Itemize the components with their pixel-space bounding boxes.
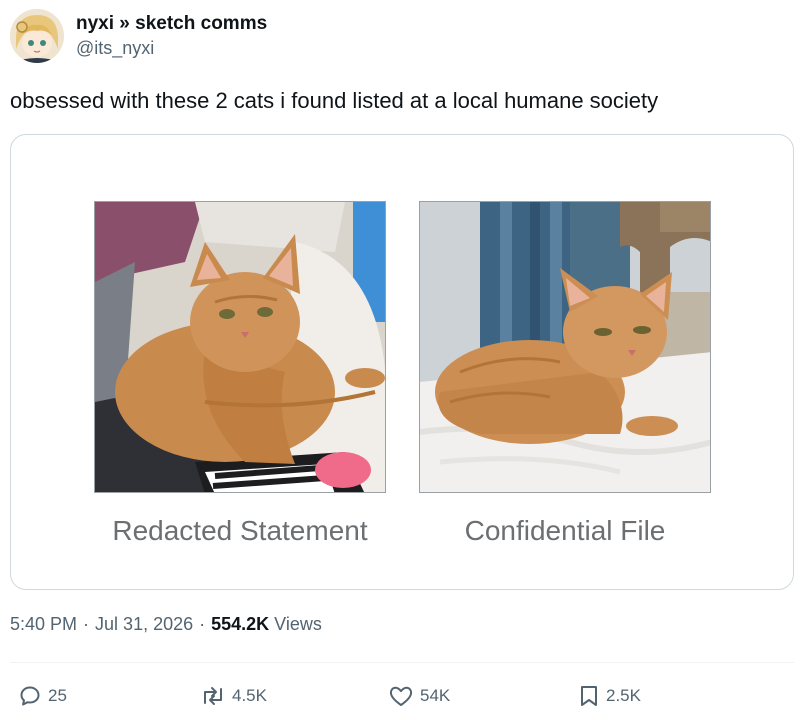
reply-icon bbox=[20, 686, 40, 706]
tweet-time[interactable]: 5:40 PM bbox=[10, 614, 77, 635]
orange-cat-on-white-rug-photo-icon bbox=[420, 202, 710, 492]
views-label: Views bbox=[274, 614, 322, 634]
bookmark-button[interactable]: 2.5K bbox=[578, 684, 641, 708]
like-button[interactable]: 54K bbox=[388, 684, 450, 708]
media-card[interactable]: Redacted Statement Confidential File bbox=[10, 134, 794, 590]
avatar[interactable] bbox=[10, 9, 64, 63]
caption-left: Redacted Statement bbox=[112, 515, 368, 546]
like-icon bbox=[389, 686, 413, 706]
reply-count: 25 bbox=[48, 686, 67, 705]
orange-cat-on-laundry-photo-icon bbox=[95, 202, 385, 492]
cat-photo-right[interactable] bbox=[419, 201, 711, 493]
meta-separator: · bbox=[83, 614, 90, 634]
display-name[interactable]: nyxi » sketch comms bbox=[76, 12, 267, 36]
tweet-date[interactable]: Jul 31, 2026 bbox=[95, 614, 193, 635]
user-handle[interactable]: @its_nyxi bbox=[76, 36, 267, 60]
cat-photo-left[interactable] bbox=[94, 201, 386, 493]
action-bar: 25 4.5K 54K 2.5K bbox=[0, 676, 800, 716]
reply-button[interactable]: 25 bbox=[18, 684, 67, 708]
repost-count: 4.5K bbox=[232, 686, 267, 705]
caption-right: Confidential File bbox=[464, 515, 666, 546]
bookmark-count: 2.5K bbox=[606, 686, 641, 705]
like-count: 54K bbox=[420, 686, 451, 705]
tweet-header: nyxi » sketch comms @its_nyxi bbox=[10, 8, 267, 64]
views-count[interactable]: 554.2K bbox=[211, 614, 269, 635]
meta-separator-2: · bbox=[199, 614, 206, 634]
divider bbox=[10, 662, 794, 663]
anime-avatar-icon bbox=[10, 9, 64, 63]
tweet-text: obsessed with these 2 cats i found liste… bbox=[10, 88, 659, 113]
repost-button[interactable]: 4.5K bbox=[200, 684, 267, 708]
tweet-meta: 5:40 PM · Jul 31, 2026 · 554.2K Views bbox=[10, 614, 322, 635]
repost-icon bbox=[204, 687, 222, 705]
bookmark-icon bbox=[581, 686, 597, 706]
